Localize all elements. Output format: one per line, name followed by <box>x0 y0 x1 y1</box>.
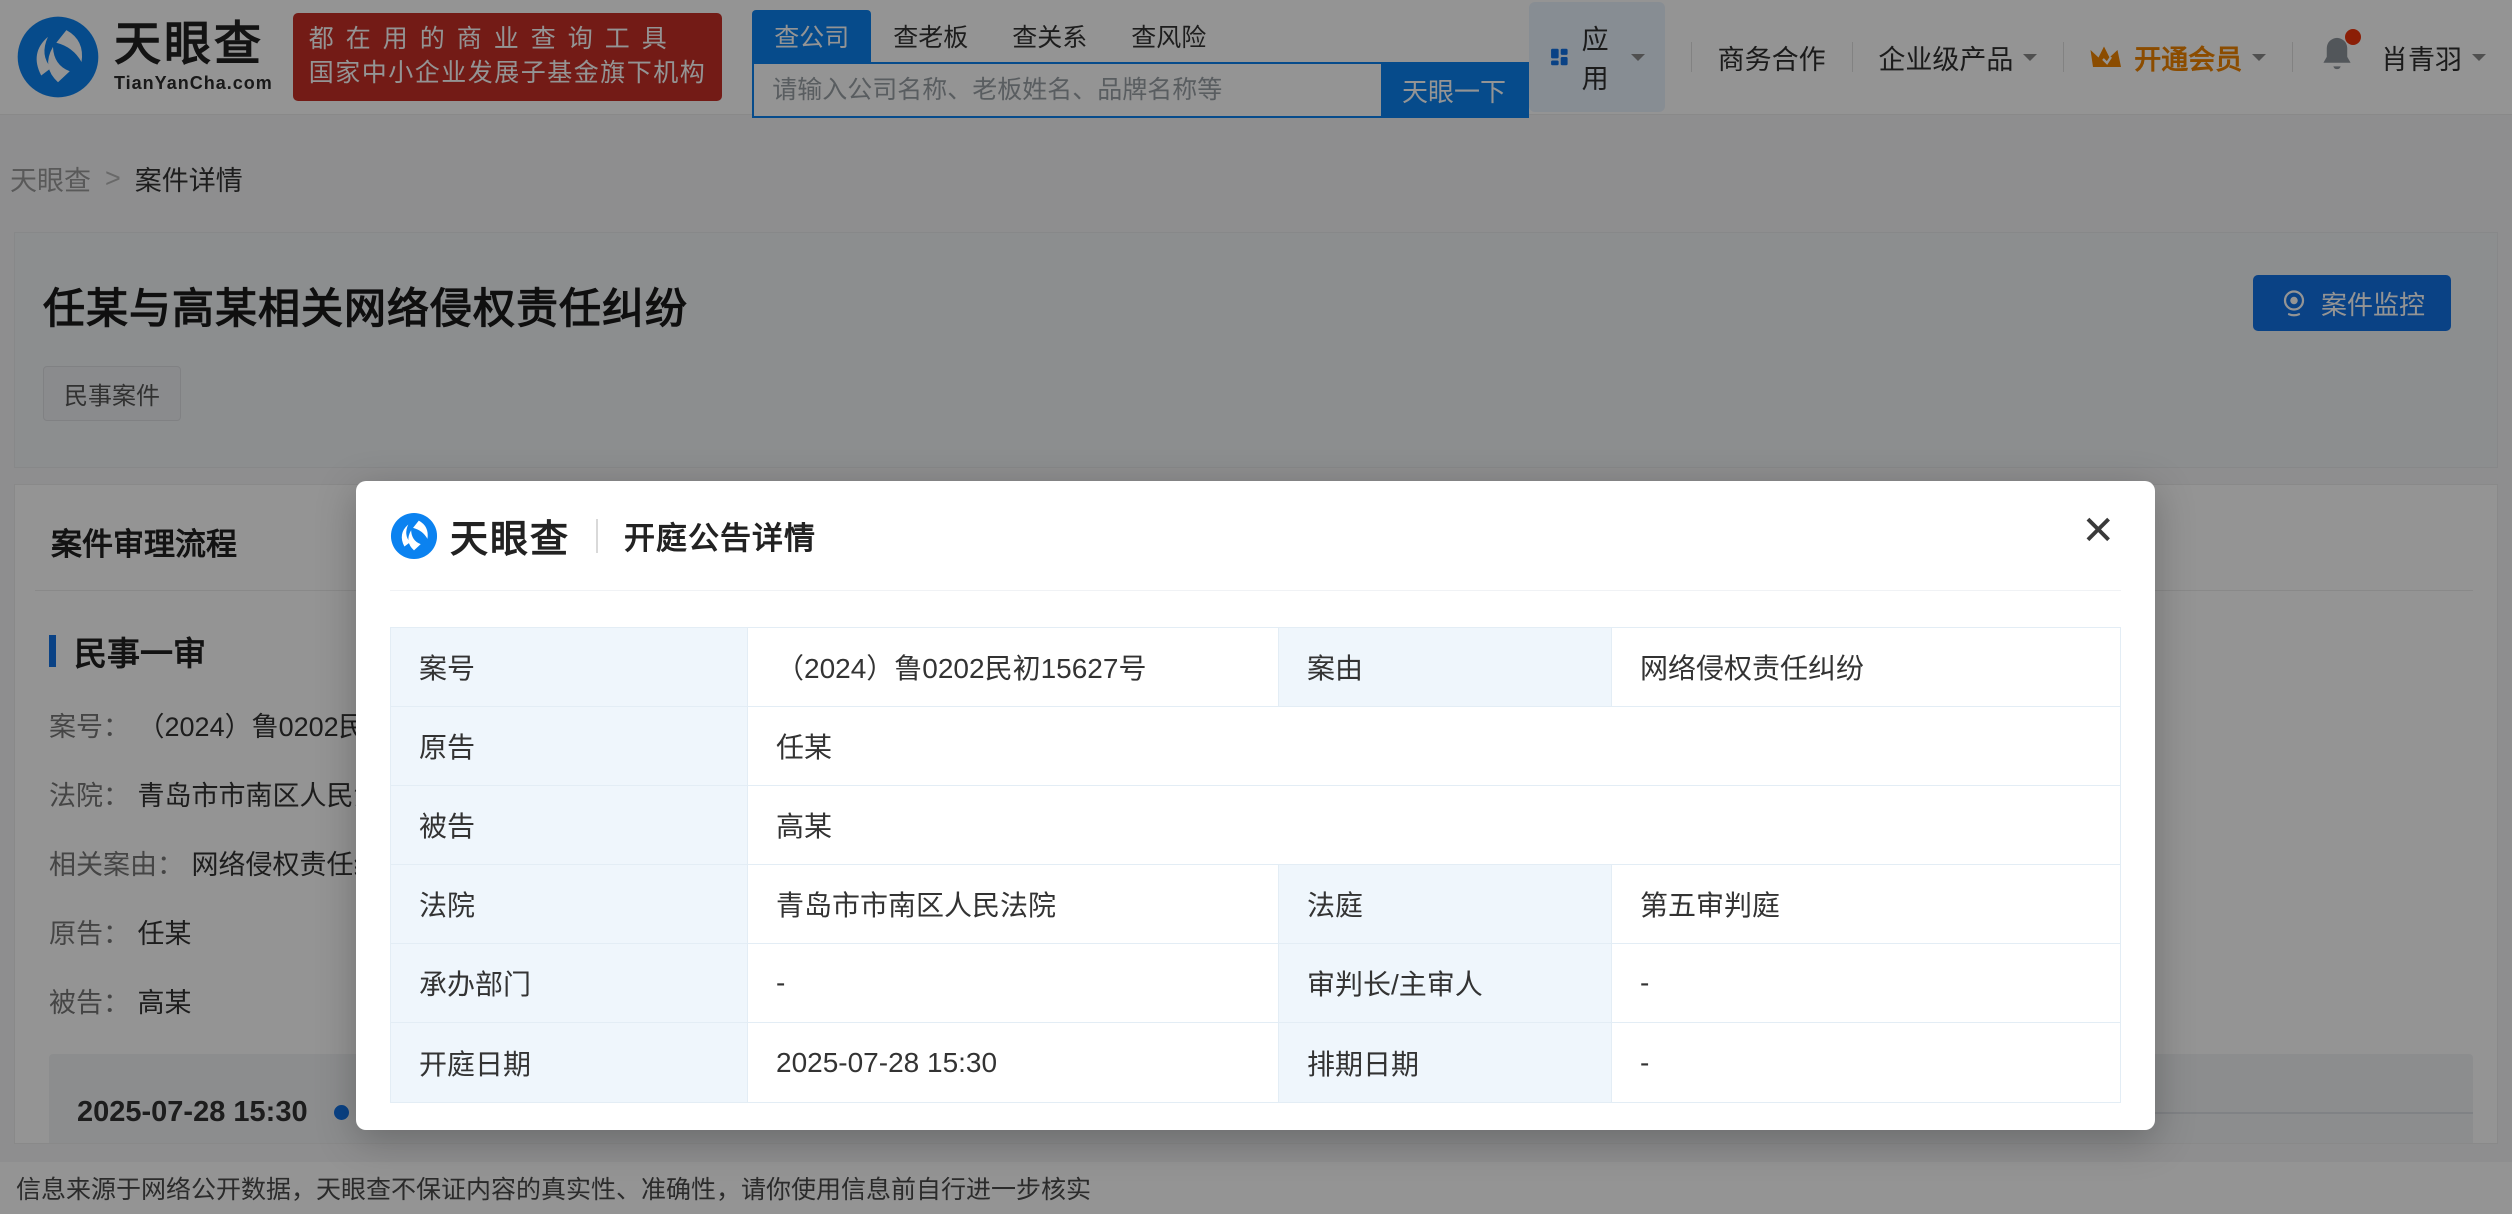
cell-label: 排期日期 <box>1279 1023 1612 1102</box>
cell-value: - <box>1612 1023 2120 1102</box>
cell-value: 2025-07-28 15:30 <box>748 1023 1279 1102</box>
cell-label: 承办部门 <box>391 944 748 1023</box>
cell-label: 案由 <box>1279 628 1612 707</box>
divider <box>596 519 598 553</box>
table-row: 法院 青岛市市南区人民法院 法庭 第五审判庭 <box>391 865 2120 944</box>
cell-value: 高某 <box>748 786 2120 865</box>
cell-value: 第五审判庭 <box>1612 865 2120 944</box>
hearing-detail-table: 案号 （2024）鲁0202民初15627号 案由 网络侵权责任纠纷 原告 任某… <box>390 627 2121 1103</box>
table-row: 承办部门 - 审判长/主审人 - <box>391 944 2120 1023</box>
cell-value: - <box>1612 944 2120 1023</box>
cell-label: 原告 <box>391 707 748 786</box>
cell-label: 审判长/主审人 <box>1279 944 1612 1023</box>
cell-value: - <box>748 944 1279 1023</box>
cell-value: 青岛市市南区人民法院 <box>748 865 1279 944</box>
cell-value: 任某 <box>748 707 2120 786</box>
cell-label: 法庭 <box>1279 865 1612 944</box>
close-icon[interactable]: ✕ <box>2081 511 2115 551</box>
cell-label: 被告 <box>391 786 748 865</box>
table-row: 开庭日期 2025-07-28 15:30 排期日期 - <box>391 1023 2120 1102</box>
modal-header: 天眼查 开庭公告详情 ✕ <box>390 481 2121 591</box>
table-row: 原告 任某 <box>391 707 2120 786</box>
modal-title: 开庭公告详情 <box>624 513 816 558</box>
cell-label: 开庭日期 <box>391 1023 748 1102</box>
table-row: 案号 （2024）鲁0202民初15627号 案由 网络侵权责任纠纷 <box>391 628 2120 707</box>
tianyancha-logo-icon <box>390 512 438 560</box>
cell-label: 案号 <box>391 628 748 707</box>
cell-value: （2024）鲁0202民初15627号 <box>748 628 1279 707</box>
hearing-detail-modal: 天眼查 开庭公告详情 ✕ 案号 （2024）鲁0202民初15627号 案由 网… <box>356 481 2155 1130</box>
cell-label: 法院 <box>391 865 748 944</box>
cell-value: 网络侵权责任纠纷 <box>1612 628 2120 707</box>
table-row: 被告 高某 <box>391 786 2120 865</box>
modal-brand: 天眼查 <box>450 508 570 563</box>
